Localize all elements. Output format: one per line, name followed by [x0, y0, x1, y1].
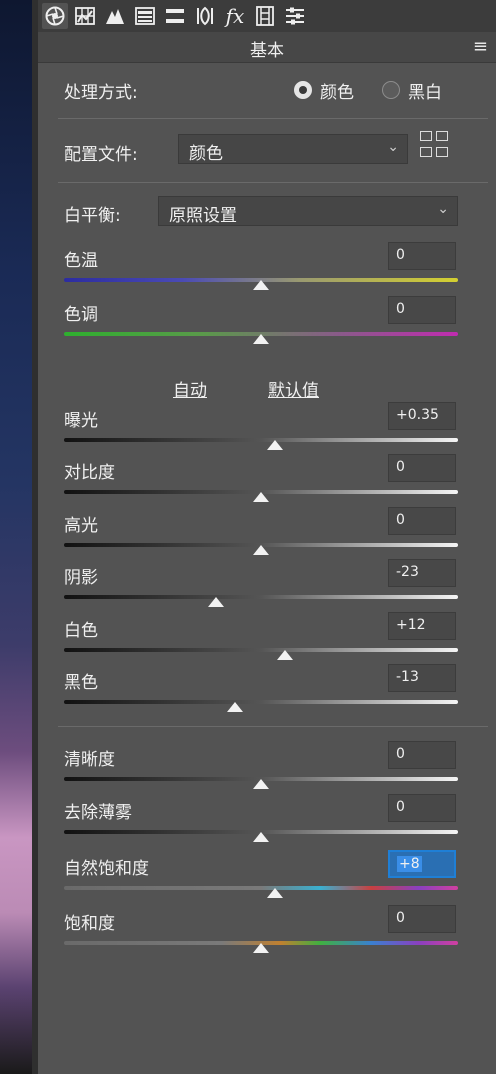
- film-strip-icon[interactable]: [252, 3, 278, 29]
- slider-track[interactable]: [64, 595, 458, 599]
- slider-value: -23: [396, 564, 419, 580]
- slider-value-input[interactable]: +8: [388, 850, 456, 878]
- slider-thumb[interactable]: [207, 597, 224, 607]
- slider-value-input[interactable]: +0.35: [388, 402, 456, 430]
- slider-track[interactable]: [64, 648, 458, 652]
- slider-value-input[interactable]: +12: [388, 612, 456, 640]
- slider-value: 0: [396, 799, 405, 815]
- slider-track[interactable]: [64, 438, 458, 442]
- slider-value-input[interactable]: 0: [388, 242, 456, 270]
- sliders-icon[interactable]: [282, 3, 308, 29]
- slider-value-input[interactable]: -13: [388, 664, 456, 692]
- slider-label: 色调: [64, 305, 98, 325]
- slider-label: 阴影: [64, 568, 98, 588]
- slider-thumb[interactable]: [253, 943, 269, 953]
- fx-icon[interactable]: fx: [222, 3, 248, 29]
- slider-value: 0: [396, 301, 405, 317]
- slider-label: 曝光: [64, 411, 98, 431]
- slider-label: 对比度: [64, 463, 115, 483]
- profile-dropdown[interactable]: 颜色 ⌄: [178, 134, 408, 164]
- white-balance-value: 原照设置: [169, 206, 237, 226]
- slider-value: +0.35: [396, 407, 439, 423]
- default-link[interactable]: 默认值: [268, 376, 319, 401]
- auto-link[interactable]: 自动: [173, 376, 207, 401]
- slider-label: 饱和度: [64, 914, 115, 934]
- basic-panel: fx 基本 ≡ 处理方式: 颜色 黑白 配置文件: 颜色 ⌄ 白平衡: 原照设置…: [38, 0, 496, 1074]
- slider-value: +8: [397, 856, 422, 872]
- slider-label: 清晰度: [64, 750, 115, 770]
- divider: [58, 118, 488, 119]
- slider-label: 高光: [64, 516, 98, 536]
- slider-thumb[interactable]: [276, 650, 293, 660]
- slider-thumb[interactable]: [266, 440, 283, 450]
- slider-value-input[interactable]: 0: [388, 454, 456, 482]
- profile-value: 颜色: [189, 144, 223, 164]
- slider-thumb[interactable]: [253, 779, 269, 789]
- slider-value: 0: [396, 512, 405, 528]
- slider-track[interactable]: [64, 700, 458, 704]
- divider: [58, 726, 488, 727]
- slider-value: +12: [396, 617, 426, 633]
- detail-icon[interactable]: [132, 3, 158, 29]
- slider-label: 黑色: [64, 673, 98, 693]
- slider-value-input[interactable]: 0: [388, 794, 456, 822]
- slider-value-input[interactable]: 0: [388, 905, 456, 933]
- treatment-bw-label[interactable]: 黑白: [408, 78, 442, 103]
- slider-value: 0: [396, 459, 405, 475]
- treatment-color-label[interactable]: 颜色: [320, 78, 354, 103]
- slider-value: 0: [396, 910, 405, 926]
- slider-value: -13: [396, 669, 419, 685]
- divider: [58, 182, 488, 183]
- treatment-color-radio[interactable]: [294, 81, 312, 99]
- slider-value-input[interactable]: -23: [388, 559, 456, 587]
- histogram-grid-icon[interactable]: [72, 3, 98, 29]
- photo-preview-strip: [0, 0, 38, 1074]
- panel-menu-icon[interactable]: ≡: [473, 36, 488, 57]
- slider-thumb[interactable]: [253, 545, 269, 555]
- slider-value: 0: [396, 247, 405, 263]
- slider-value-input[interactable]: 0: [388, 296, 456, 324]
- aperture-icon[interactable]: [42, 3, 68, 29]
- panel-header: 基本 ≡: [38, 32, 496, 63]
- slider-thumb[interactable]: [253, 492, 269, 502]
- slider-label: 去除薄雾: [64, 803, 132, 823]
- hsl-icon[interactable]: [162, 3, 188, 29]
- panel-toolbar: fx: [38, 0, 496, 32]
- slider-value: 0: [396, 746, 405, 762]
- slider-thumb[interactable]: [253, 280, 269, 290]
- slider-label: 自然饱和度: [64, 859, 149, 879]
- chevron-down-icon: ⌄: [387, 139, 399, 155]
- slider-label: 白色: [64, 621, 98, 641]
- treatment-label: 处理方式:: [64, 83, 138, 103]
- tone-curve-icon[interactable]: [102, 3, 128, 29]
- slider-thumb[interactable]: [253, 832, 269, 842]
- slider-value-input[interactable]: 0: [388, 507, 456, 535]
- panel-title: 基本: [250, 41, 284, 61]
- slider-value-input[interactable]: 0: [388, 741, 456, 769]
- treatment-bw-radio[interactable]: [382, 81, 400, 99]
- split-tone-icon[interactable]: [192, 3, 218, 29]
- profile-browser-icon[interactable]: [420, 131, 450, 161]
- slider-label: 色温: [64, 251, 98, 271]
- chevron-down-icon: ⌄: [437, 201, 449, 217]
- white-balance-dropdown[interactable]: 原照设置 ⌄: [158, 196, 458, 226]
- slider-thumb[interactable]: [227, 702, 244, 712]
- slider-thumb[interactable]: [266, 888, 283, 898]
- profile-label: 配置文件:: [64, 145, 138, 165]
- slider-thumb[interactable]: [253, 334, 269, 344]
- white-balance-label: 白平衡:: [64, 206, 121, 226]
- slider-track[interactable]: [64, 886, 458, 890]
